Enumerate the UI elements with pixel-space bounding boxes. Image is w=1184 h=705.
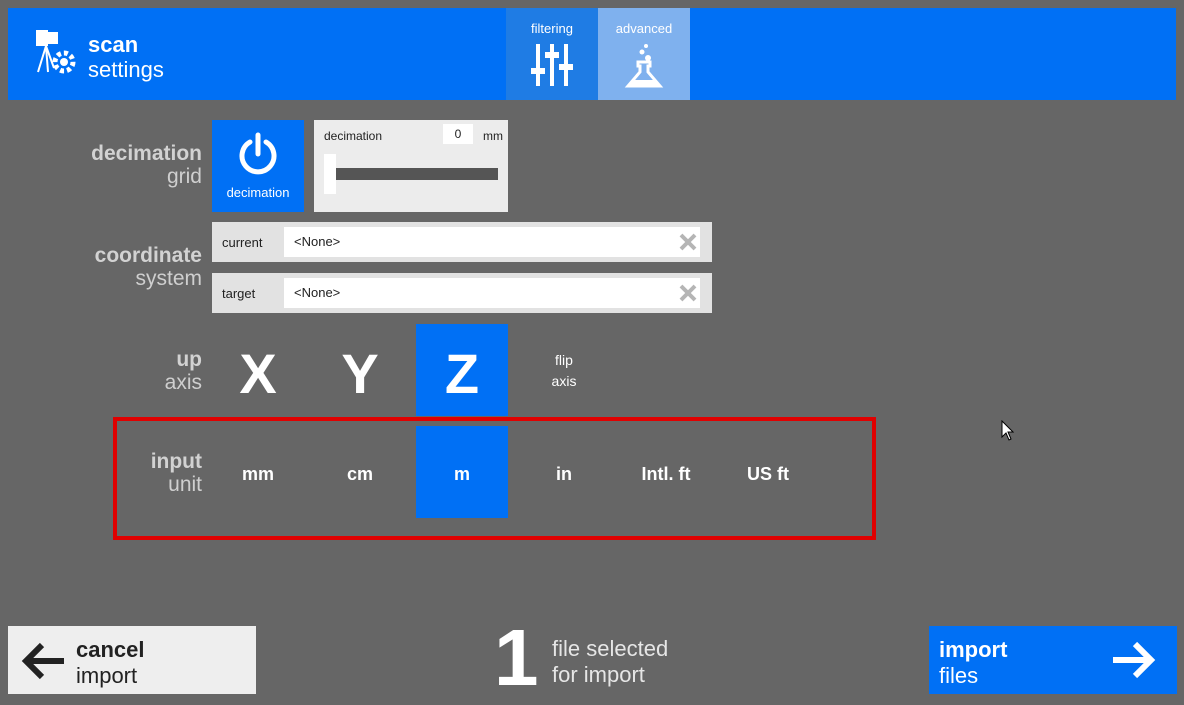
decimation-value-input[interactable]: 0 — [443, 124, 473, 144]
app-title: scan — [88, 32, 139, 57]
flask-icon — [624, 44, 664, 88]
decimation-unit: mm — [483, 129, 503, 143]
flip-axis-button[interactable]: flip axis — [518, 350, 610, 392]
current-coordinate-field[interactable]: <None> — [284, 227, 700, 257]
axis-x-button[interactable]: X — [212, 324, 304, 416]
decimation-label-bold: decimation — [91, 142, 202, 165]
coordinate-row-label: coordinate system — [12, 244, 202, 290]
header-bar: scan settings filtering advanced — [8, 8, 1176, 100]
axis-y-button[interactable]: Y — [314, 324, 406, 416]
coordinate-label-light: system — [135, 267, 202, 291]
decimation-slider-track[interactable] — [326, 168, 498, 180]
current-coordinate-row: current <None> — [212, 222, 712, 262]
mouse-cursor-icon — [1001, 420, 1015, 441]
decimation-label-light: grid — [166, 165, 202, 189]
tab-filtering-label: filtering — [531, 21, 573, 36]
target-label: target — [222, 286, 256, 301]
axis-z-button[interactable]: Z — [416, 324, 508, 416]
scan-settings-icon — [32, 28, 80, 80]
decimation-toggle-label: decimation — [226, 185, 290, 200]
file-count: 1 — [494, 613, 539, 702]
clear-target-icon[interactable] — [678, 283, 698, 303]
clear-current-icon[interactable] — [678, 232, 698, 252]
arrow-right-icon — [1113, 641, 1156, 679]
flip-axis-line2: axis — [551, 373, 577, 389]
import-files-button[interactable]: import files — [929, 626, 1177, 694]
tab-advanced-label: advanced — [615, 21, 673, 36]
import-label-light: files — [939, 663, 979, 688]
for-import-text: for import — [552, 662, 645, 687]
cancel-label-bold: cancel — [76, 637, 145, 662]
target-coordinate-field[interactable]: <None> — [284, 278, 700, 308]
cancel-import-button[interactable]: cancel import — [8, 626, 256, 694]
sliders-icon — [531, 44, 573, 86]
up-axis-label-bold: up — [176, 348, 202, 371]
decimation-slider-thumb[interactable] — [324, 154, 336, 194]
power-icon — [239, 132, 277, 175]
decimation-slider-label: decimation — [324, 129, 383, 143]
tab-filtering[interactable]: filtering — [506, 8, 598, 100]
current-label: current — [222, 235, 263, 250]
cancel-label-light: import — [76, 663, 138, 688]
decimation-toggle-button[interactable]: decimation — [212, 120, 304, 212]
decimation-row-label: decimation grid — [12, 142, 202, 188]
arrow-left-icon — [21, 642, 64, 680]
up-axis-row-label: up axis — [12, 348, 202, 394]
up-axis-label-light: axis — [164, 371, 202, 395]
import-label-bold: import — [939, 637, 1008, 662]
highlight-annotation-box — [113, 417, 876, 540]
target-coordinate-row: target <None> — [212, 273, 712, 313]
coordinate-label-bold: coordinate — [94, 244, 202, 267]
tab-advanced[interactable]: advanced — [598, 8, 690, 100]
app-subtitle: settings — [88, 57, 164, 82]
decimation-slider-panel: decimation 0 mm — [314, 120, 508, 212]
flip-axis-line1: flip — [555, 352, 573, 368]
file-selected-text: file selected — [552, 636, 669, 661]
